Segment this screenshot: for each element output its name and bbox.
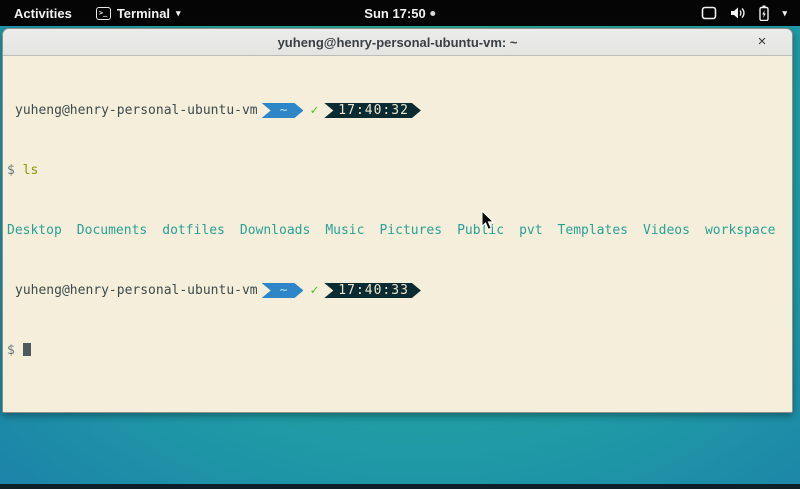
prompt-dollar: $: [7, 343, 15, 358]
prompt-user-host: yuheng@henry-personal-ubuntu-vm: [15, 103, 258, 118]
screen-icon: [701, 6, 717, 20]
prompt-line: yuheng@henry-personal-ubuntu-vm ~ ✓ 17:4…: [7, 283, 792, 298]
desktop-bottom-strip: [0, 484, 800, 489]
battery-charging-icon: [759, 5, 769, 21]
directory-name: Music: [325, 223, 364, 238]
directory-name: pvt: [519, 223, 542, 238]
directory-name: Public: [457, 223, 504, 238]
terminal-content[interactable]: yuheng@henry-personal-ubuntu-vm ~ ✓ 17:4…: [3, 56, 792, 413]
desktop: Activities >_ Terminal ▾ Sun 17:50: [0, 0, 800, 489]
directory-name: Documents: [77, 223, 147, 238]
prompt-path-segment: ~: [262, 103, 304, 118]
prompt-time-segment: 17:40:33: [324, 283, 421, 298]
activities-button[interactable]: Activities: [0, 0, 86, 26]
terminal-window: yuheng@henry-personal-ubuntu-vm: ~ × yuh…: [2, 28, 793, 413]
system-tray-button[interactable]: ▾: [701, 0, 800, 26]
chevron-down-icon: ▾: [176, 9, 181, 18]
directory-name: Templates: [558, 223, 628, 238]
top-bar: Activities >_ Terminal ▾ Sun 17:50: [0, 0, 800, 26]
close-icon[interactable]: ×: [752, 32, 772, 52]
input-line: $: [7, 343, 792, 358]
caret-down-icon: ▾: [782, 9, 787, 18]
prompt-dollar: $: [7, 163, 15, 178]
prompt-path-segment: ~: [262, 283, 304, 298]
text-cursor: [23, 343, 31, 356]
terminal-icon: >_: [96, 7, 111, 20]
clock-label: Sun 17:50: [364, 6, 425, 21]
directory-name: Videos: [643, 223, 690, 238]
prompt-status-check: ✓: [310, 103, 318, 118]
directory-name: Downloads: [240, 223, 310, 238]
app-menu-label: Terminal: [117, 6, 170, 21]
clock-button[interactable]: Sun 17:50: [364, 0, 435, 26]
window-title: yuheng@henry-personal-ubuntu-vm: ~: [278, 35, 518, 50]
command-text: ls: [23, 163, 39, 178]
prompt-status-check: ✓: [310, 283, 318, 298]
app-menu-terminal[interactable]: >_ Terminal ▾: [86, 0, 191, 26]
prompt-line: yuheng@henry-personal-ubuntu-vm ~ ✓ 17:4…: [7, 103, 792, 118]
command-line: $ ls: [7, 163, 792, 178]
directory-name: Desktop: [7, 223, 62, 238]
ls-output-line: Desktop Documents dotfiles Downloads Music Pi…: [7, 223, 792, 238]
directory-name: dotfiles: [162, 223, 225, 238]
directory-name: Pictures: [379, 223, 442, 238]
prompt-time-segment: 17:40:32: [324, 103, 421, 118]
notification-dot-icon: [431, 11, 436, 16]
prompt-user-host: yuheng@henry-personal-ubuntu-vm: [15, 283, 258, 298]
volume-icon: [730, 6, 746, 20]
directory-name: workspace: [705, 223, 775, 238]
window-titlebar[interactable]: yuheng@henry-personal-ubuntu-vm: ~ ×: [3, 29, 792, 56]
